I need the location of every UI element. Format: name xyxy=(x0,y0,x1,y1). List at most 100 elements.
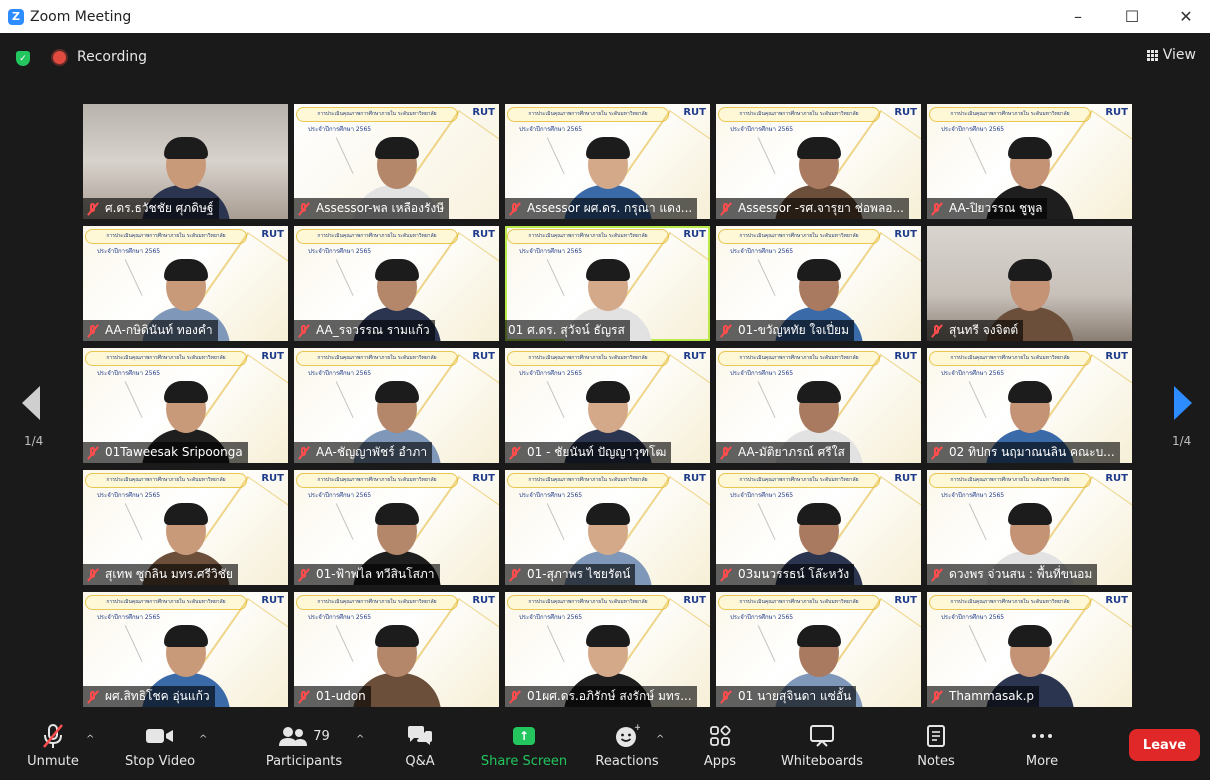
rut-logo: RUT xyxy=(683,229,706,240)
decorative-graphic xyxy=(299,503,354,557)
participant-video-tile[interactable]: การประเมินคุณภาพการศึกษาภายใน ระดับมหาวิ… xyxy=(294,226,499,341)
stop-video-button[interactable]: Stop Video xyxy=(120,712,200,780)
participant-name: ผศ.สิทธิโชค อุ่นแก้ว xyxy=(105,689,210,703)
previous-page-arrow-icon[interactable] xyxy=(22,386,40,420)
participant-video-tile[interactable]: การประเมินคุณภาพการศึกษาภายใน ระดับมหาวิ… xyxy=(83,470,288,585)
assessment-banner-text: การประเมินคุณภาพการศึกษาภายใน ระดับมหาวิ… xyxy=(296,473,458,488)
video-gallery: ศ.ดร.ธวัชชัย ศุภดิษฐ์ การประเมินคุณภาพการ… xyxy=(83,104,1132,708)
participant-video-tile[interactable]: การประเมินคุณภาพการศึกษาภายใน ระดับมหาวิ… xyxy=(294,348,499,463)
more-button[interactable]: More xyxy=(1018,712,1066,780)
participant-name-tag: 01-ฟ้าพไล ทวีสินโสภา xyxy=(294,564,440,585)
unmute-button[interactable]: Unmute xyxy=(20,712,86,780)
whiteboards-button[interactable]: Whiteboards xyxy=(778,712,866,780)
participant-video-tile[interactable]: การประเมินคุณภาพการศึกษาภายใน ระดับมหาวิ… xyxy=(505,226,710,341)
rut-logo: RUT xyxy=(472,473,495,484)
decorative-graphic xyxy=(721,137,776,191)
video-options-chevron-icon[interactable]: ^ xyxy=(199,734,207,745)
decorative-graphic xyxy=(721,381,776,435)
rut-logo: RUT xyxy=(261,351,284,362)
participant-name: Assessor ผศ.ดร. กรุณา แดง... xyxy=(527,201,693,215)
participant-video-tile[interactable]: การประเมินคุณภาพการศึกษาภายใน ระดับมหาวิ… xyxy=(927,348,1132,463)
rut-logo: RUT xyxy=(894,351,917,362)
participant-name: 01-ฟ้าพไล ทวีสินโสภา xyxy=(316,567,435,581)
assessment-banner-text: การประเมินคุณภาพการศึกษาภายใน ระดับมหาวิ… xyxy=(929,351,1091,366)
assessment-banner-text: การประเมินคุณภาพการศึกษาภายใน ระดับมหาวิ… xyxy=(85,229,247,244)
muted-microphone-icon xyxy=(297,202,311,216)
rut-logo: RUT xyxy=(894,107,917,118)
participant-video-tile[interactable]: การประเมินคุณภาพการศึกษาภายใน ระดับมหาวิ… xyxy=(716,592,921,707)
participant-video-tile[interactable]: การประเมินคุณภาพการศึกษาภายใน ระดับมหาวิ… xyxy=(294,470,499,585)
stop-video-label: Stop Video xyxy=(124,754,196,769)
participant-name: 01Taweesak Sripoonga xyxy=(105,445,243,459)
leave-button[interactable]: Leave xyxy=(1129,729,1200,761)
muted-microphone-icon xyxy=(930,324,944,338)
view-label: View xyxy=(1162,47,1196,63)
participant-video-tile[interactable]: การประเมินคุณภาพการศึกษาภายใน ระดับมหาวิ… xyxy=(716,470,921,585)
participant-name-tag: 03มนวรรธน์ โล๊ะหวัง xyxy=(716,564,855,585)
reactions-button[interactable]: + Reactions xyxy=(594,712,660,780)
participant-video-tile[interactable]: การประเมินคุณภาพการศึกษาภายใน ระดับมหาวิ… xyxy=(716,348,921,463)
participants-button[interactable]: 79 Participants xyxy=(258,712,350,780)
participant-video-tile[interactable]: การประเมินคุณภาพการศึกษาภายใน ระดับมหาวิ… xyxy=(294,592,499,707)
participant-video-tile[interactable]: การประเมินคุณภาพการศึกษาภายใน ระดับมหาวิ… xyxy=(505,470,710,585)
audio-options-chevron-icon[interactable]: ^ xyxy=(86,734,94,745)
next-page-arrow-icon[interactable] xyxy=(1174,386,1192,420)
whiteboard-icon xyxy=(809,720,835,752)
grid-view-icon xyxy=(1146,49,1158,61)
muted-microphone-icon xyxy=(930,690,944,704)
participant-video-tile[interactable]: การประเมินคุณภาพการศึกษาภายใน ระดับมหาวิ… xyxy=(716,104,921,219)
view-button[interactable]: View xyxy=(1146,47,1196,63)
decorative-graphic xyxy=(299,381,354,435)
decorative-graphic xyxy=(932,381,987,435)
decorative-graphic xyxy=(510,259,565,313)
participant-video-tile[interactable]: การประเมินคุณภาพการศึกษาภายใน ระดับมหาวิ… xyxy=(505,104,710,219)
muted-microphone-icon xyxy=(86,446,100,460)
close-button[interactable]: ✕ xyxy=(1159,0,1210,33)
participant-video-tile[interactable]: ศ.ดร.ธวัชชัย ศุภดิษฐ์ xyxy=(83,104,288,219)
participant-video-tile[interactable]: การประเมินคุณภาพการศึกษาภายใน ระดับมหาวิ… xyxy=(927,592,1132,707)
participant-name: 01ผศ.ดร.อภิรักษ์ สงรักษ์ มทร... xyxy=(527,689,692,703)
participants-options-chevron-icon[interactable]: ^ xyxy=(356,734,364,745)
rut-logo: RUT xyxy=(472,595,495,606)
participant-video-tile[interactable]: การประเมินคุณภาพการศึกษาภายใน ระดับมหาวิ… xyxy=(505,348,710,463)
participant-video-tile[interactable]: สุนทรี จงจิตต์ xyxy=(927,226,1132,341)
apps-icon xyxy=(709,720,731,752)
participant-video-tile[interactable]: การประเมินคุณภาพการศึกษาภายใน ระดับมหาวิ… xyxy=(83,226,288,341)
assessment-banner-text: การประเมินคุณภาพการศึกษาภายใน ระดับมหาวิ… xyxy=(85,351,247,366)
smiley-reaction-icon: + xyxy=(614,720,640,752)
muted-microphone-icon xyxy=(297,324,311,338)
muted-microphone-icon xyxy=(508,202,522,216)
participant-video-tile[interactable]: การประเมินคุณภาพการศึกษาภายใน ระดับมหาวิ… xyxy=(927,470,1132,585)
whiteboards-label: Whiteboards xyxy=(780,754,864,769)
decorative-graphic xyxy=(721,625,776,679)
notes-button[interactable]: Notes xyxy=(912,712,960,780)
svg-text:+: + xyxy=(634,723,640,733)
muted-microphone-icon xyxy=(41,720,65,752)
participant-name: สุนทรี จงจิตต์ xyxy=(949,323,1019,337)
decorative-graphic xyxy=(88,259,143,313)
assessment-banner-text: การประเมินคุณภาพการศึกษาภายใน ระดับมหาวิ… xyxy=(296,351,458,366)
participants-icon: 79 xyxy=(278,720,330,752)
muted-microphone-icon xyxy=(86,324,100,338)
participant-name: AA-ชัญญาพัชร์ อำภา xyxy=(316,445,428,459)
assessment-banner-text: การประเมินคุณภาพการศึกษาภายใน ระดับมหาวิ… xyxy=(507,595,669,610)
participant-video-tile[interactable]: การประเมินคุณภาพการศึกษาภายใน ระดับมหาวิ… xyxy=(927,104,1132,219)
reactions-options-chevron-icon[interactable]: ^ xyxy=(656,734,664,745)
apps-button[interactable]: Apps xyxy=(700,712,740,780)
minimize-button[interactable]: – xyxy=(1051,0,1105,33)
participant-name-tag: AA_รจวรรณ รามแก้ว xyxy=(294,320,435,341)
muted-microphone-icon xyxy=(86,568,100,582)
participant-video-tile[interactable]: การประเมินคุณภาพการศึกษาภายใน ระดับมหาวิ… xyxy=(716,226,921,341)
share-screen-button[interactable]: ↑ Share Screen xyxy=(480,712,568,780)
participant-video-tile[interactable]: การประเมินคุณภาพการศึกษาภายใน ระดับมหาวิ… xyxy=(294,104,499,219)
qa-button[interactable]: Q&A xyxy=(396,712,444,780)
participant-video-tile[interactable]: การประเมินคุณภาพการศึกษาภายใน ระดับมหาวิ… xyxy=(83,348,288,463)
participant-name-tag: 01-สุภาพร ไชยรัตน์ xyxy=(505,564,636,585)
maximize-button[interactable]: ☐ xyxy=(1105,0,1159,33)
rut-logo: RUT xyxy=(261,473,284,484)
participant-name-tag: Thammasak.p xyxy=(927,686,1040,707)
participant-video-tile[interactable]: การประเมินคุณภาพการศึกษาภายใน ระดับมหาวิ… xyxy=(83,592,288,707)
security-shield-icon[interactable]: ✓ xyxy=(16,51,30,66)
participant-video-tile[interactable]: การประเมินคุณภาพการศึกษาภายใน ระดับมหาวิ… xyxy=(505,592,710,707)
assessment-banner-text: การประเมินคุณภาพการศึกษาภายใน ระดับมหาวิ… xyxy=(929,595,1091,610)
